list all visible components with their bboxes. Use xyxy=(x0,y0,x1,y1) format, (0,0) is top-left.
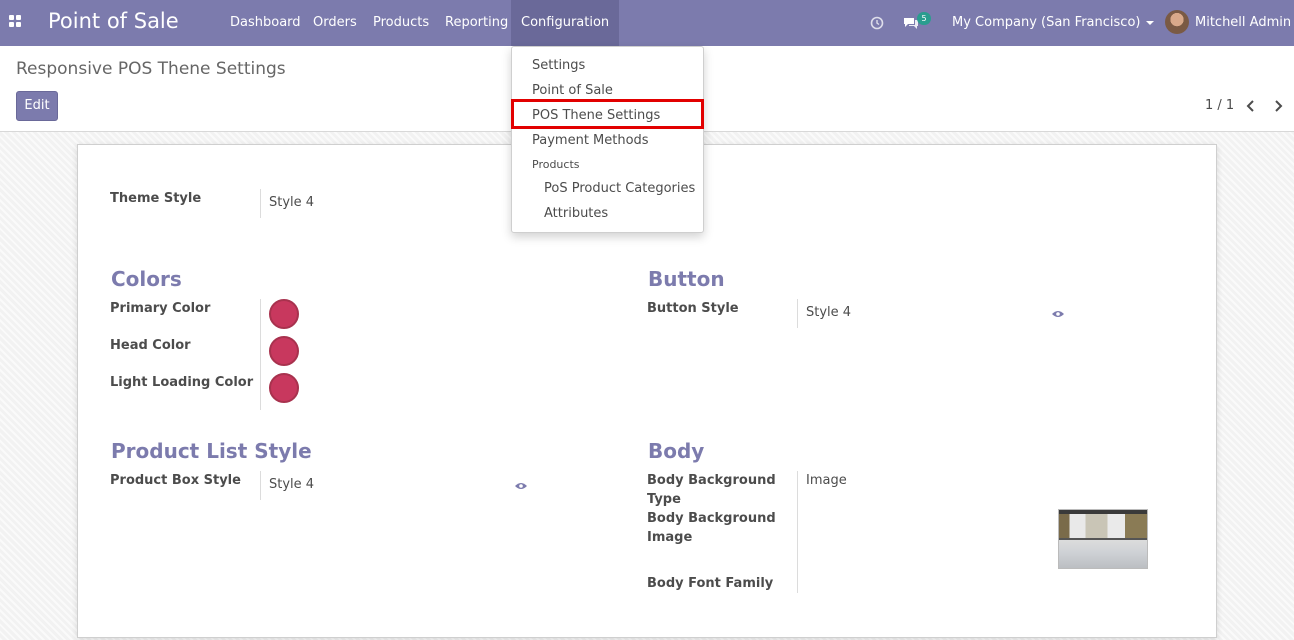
menu-item-payment-methods[interactable]: Payment Methods xyxy=(532,133,649,148)
configuration-dropdown: Settings Point of Sale POS Thene Setting… xyxy=(511,46,704,233)
menu-configuration[interactable]: Configuration xyxy=(511,0,620,46)
activity-clock-icon[interactable] xyxy=(870,0,886,46)
company-name: My Company (San Francisco) xyxy=(952,15,1141,30)
light-loading-color-label: Light Loading Color xyxy=(110,375,254,390)
app-brand[interactable]: Point of Sale xyxy=(48,9,179,33)
body-bg-type-value[interactable]: Image xyxy=(806,473,847,488)
messages-count-badge: 5 xyxy=(917,12,931,25)
menu-item-pos-product-categories[interactable]: PoS Product Categories xyxy=(544,181,695,196)
field-divider xyxy=(797,299,798,328)
field-divider xyxy=(797,471,798,593)
menu-reporting[interactable]: Reporting xyxy=(435,0,518,46)
field-divider xyxy=(260,299,261,410)
pager-next-icon[interactable] xyxy=(1270,98,1286,114)
company-switcher[interactable]: My Company (San Francisco) xyxy=(952,0,1155,46)
button-style-value[interactable]: Style 4 xyxy=(806,305,851,320)
apps-menu-icon[interactable] xyxy=(9,15,23,29)
user-menu[interactable]: Mitchell Admin xyxy=(1195,0,1294,71)
body-bg-image-label: Body Background Image xyxy=(647,511,776,545)
head-color-swatch[interactable] xyxy=(269,336,299,366)
menu-item-attributes[interactable]: Attributes xyxy=(544,206,608,221)
theme-style-value[interactable]: Style 4 xyxy=(269,195,314,210)
top-navbar: Point of Sale Dashboard Orders Products … xyxy=(0,0,1294,71)
button-section-title: Button xyxy=(648,267,725,291)
light-loading-color-swatch[interactable] xyxy=(269,373,299,403)
user-avatar[interactable] xyxy=(1165,10,1189,34)
menu-orders[interactable]: Orders xyxy=(303,0,367,46)
pager-previous-icon[interactable] xyxy=(1243,98,1259,114)
body-bg-type-label: Body Background Type xyxy=(647,473,776,507)
eye-preview-icon[interactable] xyxy=(515,479,527,489)
product-list-section-title: Product List Style xyxy=(111,439,312,463)
field-divider xyxy=(260,189,261,218)
menu-products[interactable]: Products xyxy=(363,0,439,46)
body-font-family-label: Body Font Family xyxy=(647,576,774,591)
eye-preview-icon[interactable] xyxy=(1052,307,1064,317)
messages-chat-icon[interactable]: 5 xyxy=(903,0,933,46)
menu-item-settings[interactable]: Settings xyxy=(532,58,585,73)
button-style-label: Button Style xyxy=(647,301,739,316)
pager-value[interactable]: 1 / 1 xyxy=(1205,98,1234,113)
head-color-label: Head Color xyxy=(110,338,191,353)
menu-item-point-of-sale[interactable]: Point of Sale xyxy=(532,83,613,98)
primary-color-swatch[interactable] xyxy=(269,299,299,329)
theme-style-label: Theme Style xyxy=(110,191,202,206)
body-background-image-thumbnail[interactable] xyxy=(1058,509,1148,569)
colors-section-title: Colors xyxy=(111,267,182,291)
body-section-title: Body xyxy=(648,439,705,463)
breadcrumb-title: Responsive POS Thene Settings xyxy=(16,59,286,79)
user-name: Mitchell Admin xyxy=(1195,15,1292,30)
primary-color-label: Primary Color xyxy=(110,301,211,316)
edit-button[interactable]: Edit xyxy=(16,91,58,121)
menu-section-products: Products xyxy=(532,158,580,171)
menu-item-pos-theme-settings[interactable]: POS Thene Settings xyxy=(532,108,660,123)
field-divider xyxy=(260,471,261,500)
menu-dashboard[interactable]: Dashboard xyxy=(220,0,311,46)
product-box-style-value[interactable]: Style 4 xyxy=(269,477,314,492)
chevron-down-icon xyxy=(1146,20,1155,25)
product-box-style-label: Product Box Style xyxy=(110,473,241,488)
